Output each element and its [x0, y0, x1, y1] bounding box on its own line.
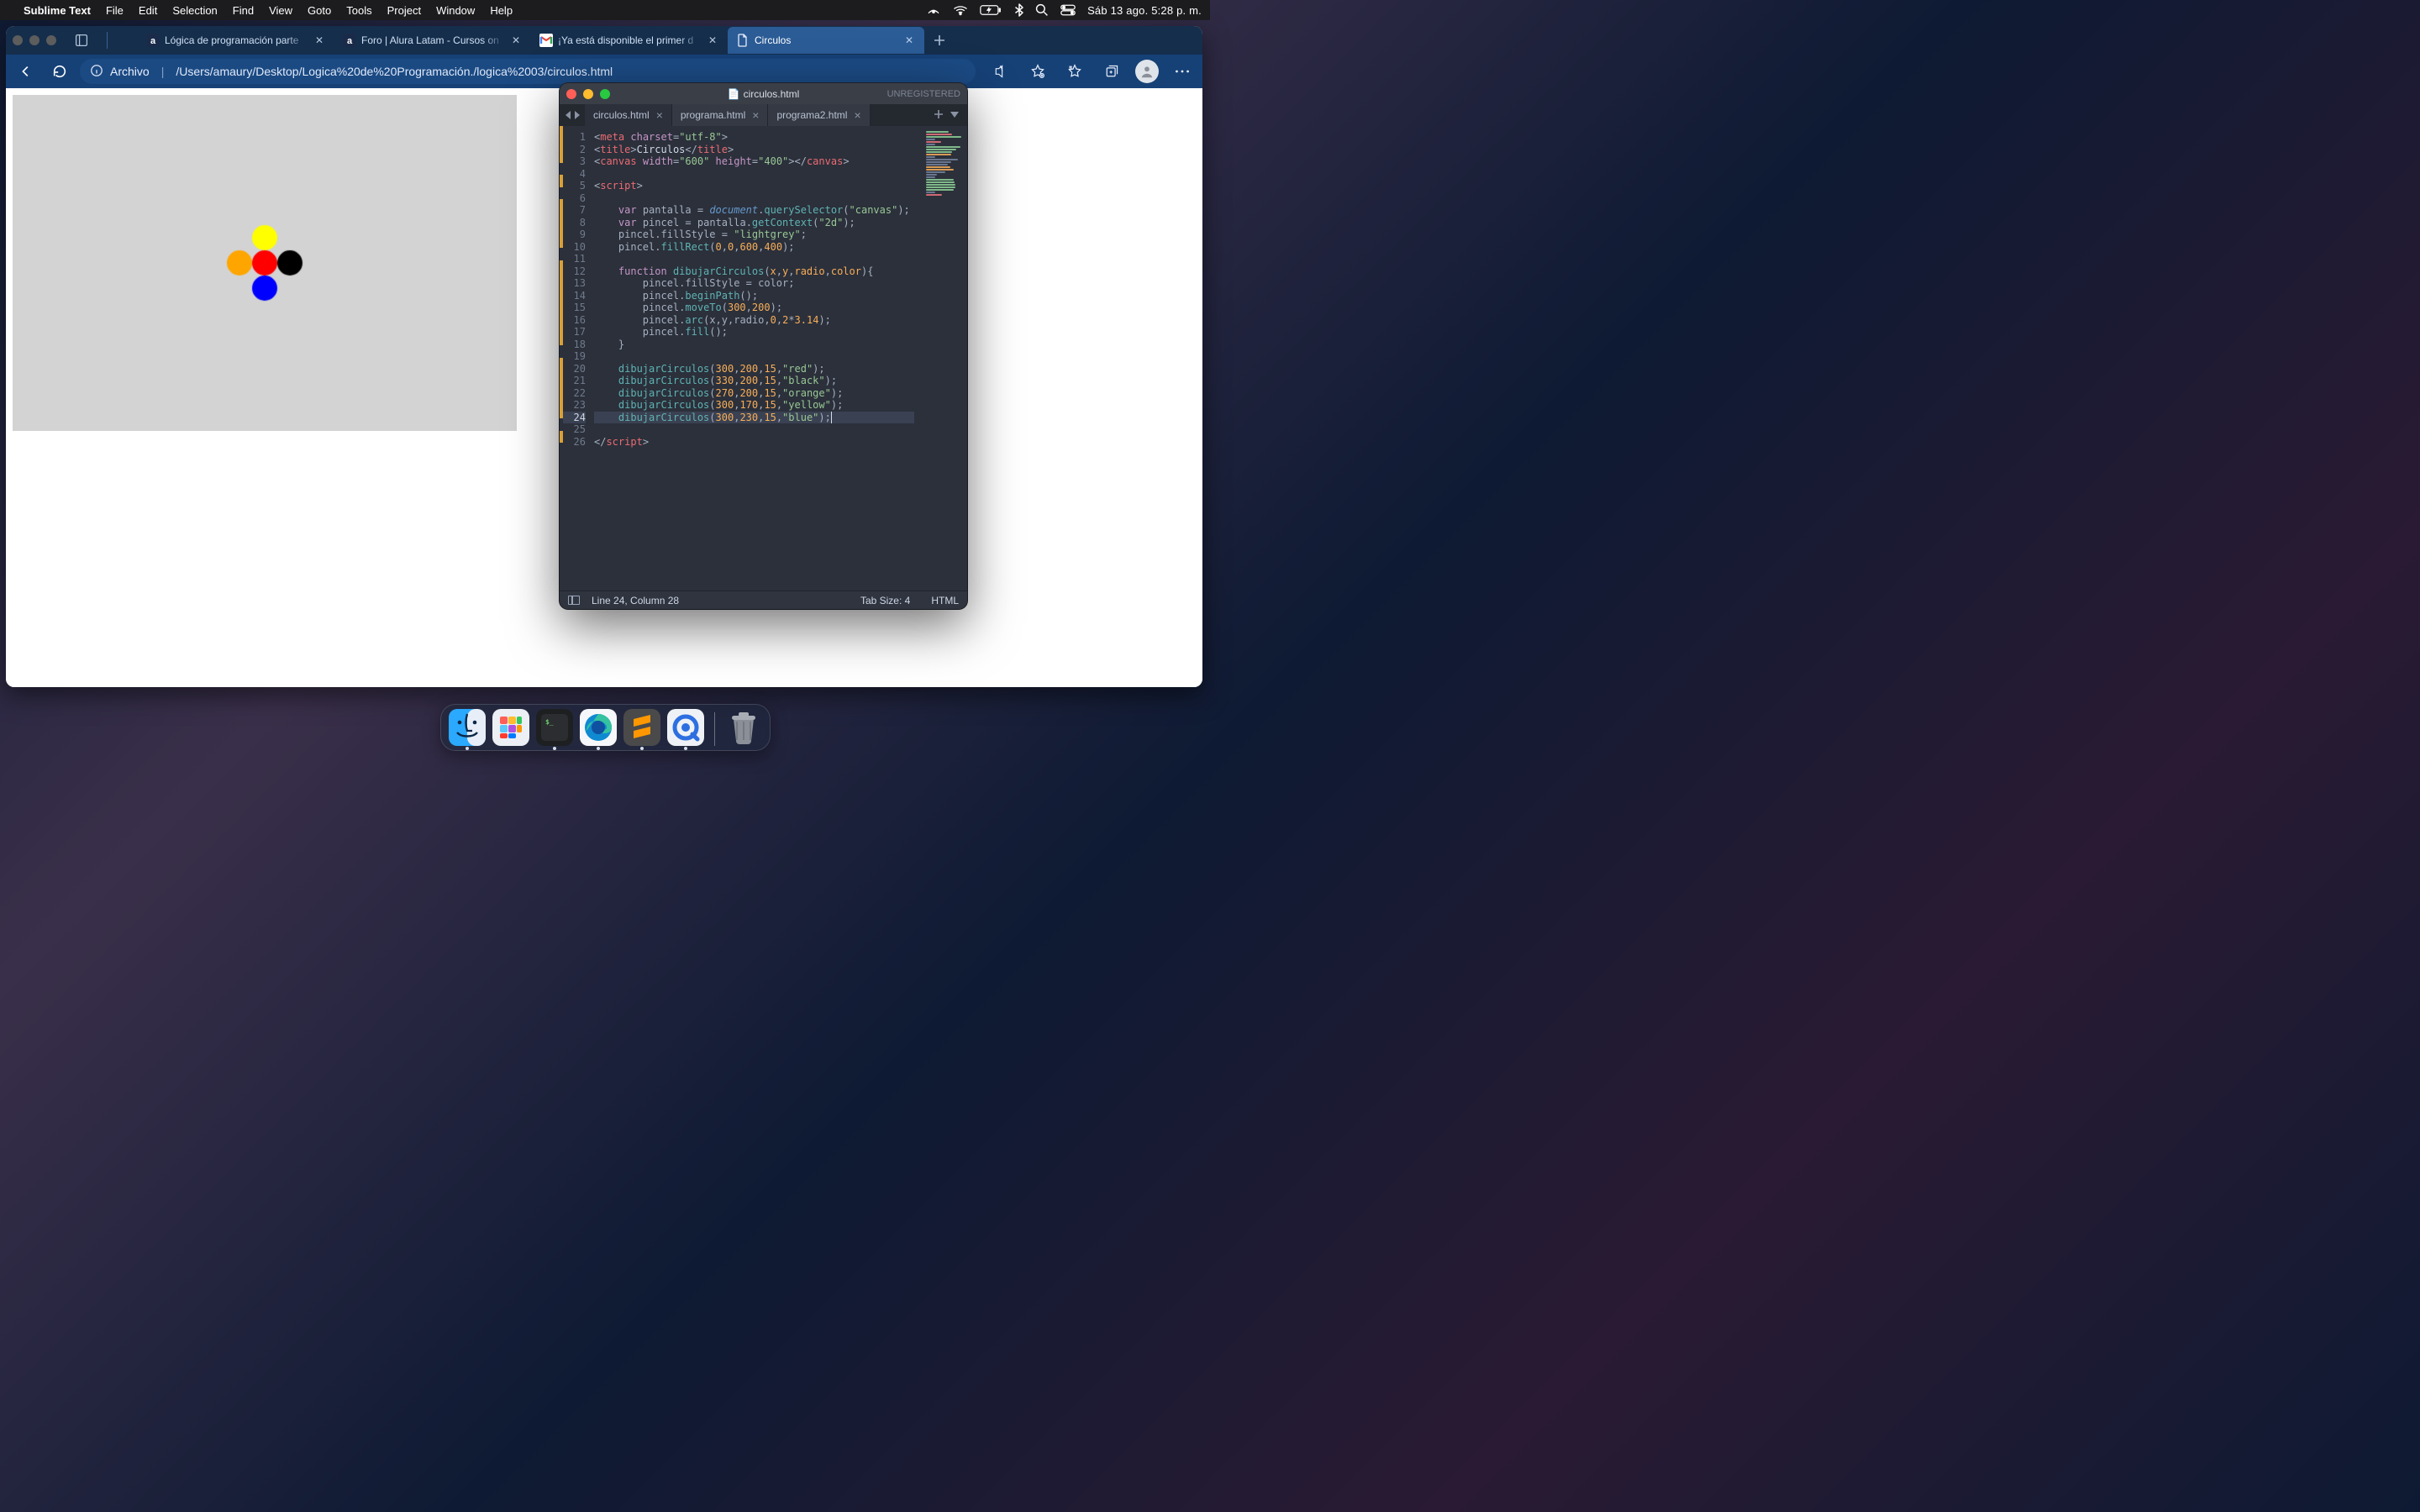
- favicon-alura-icon: a: [146, 34, 160, 47]
- dock-edge-icon[interactable]: [580, 709, 617, 746]
- dock-terminal-icon[interactable]: $_: [536, 709, 573, 746]
- sublime-tab-2[interactable]: programa2.html ×: [768, 104, 870, 126]
- airdrop-icon[interactable]: [926, 4, 941, 16]
- status-syntax[interactable]: HTML: [931, 595, 959, 606]
- sublime-tab-1[interactable]: programa.html ×: [672, 104, 769, 126]
- new-tab-button[interactable]: [928, 29, 951, 52]
- minimap[interactable]: [921, 126, 967, 591]
- status-cursor[interactable]: Line 24, Column 28: [592, 595, 679, 606]
- spotlight-icon[interactable]: [1035, 3, 1049, 17]
- address-path: /Users/amaury/Desktop/Logica%20de%20Prog…: [176, 65, 613, 78]
- collections-icon[interactable]: [1098, 58, 1125, 85]
- code-area[interactable]: <meta charset="utf-8"><title>Circulos</t…: [591, 126, 921, 591]
- tab-label: Circulos: [755, 34, 897, 46]
- tab-close-icon[interactable]: ✕: [313, 34, 326, 47]
- favicon-gmail-icon: [539, 34, 553, 47]
- menubar-selection[interactable]: Selection: [172, 4, 217, 17]
- sublime-editor[interactable]: 1234567891011121314151617181920212223242…: [560, 126, 967, 591]
- sublime-tab-dropdown-icon[interactable]: [950, 109, 959, 121]
- sublime-statusbar: Line 24, Column 28 Tab Size: 4 HTML: [560, 591, 967, 609]
- file-icon: 📄: [728, 88, 740, 100]
- menubar-edit[interactable]: Edit: [139, 4, 157, 17]
- menubar-window[interactable]: Window: [436, 4, 475, 17]
- address-kind: Archivo: [110, 65, 150, 78]
- menubar-view[interactable]: View: [269, 4, 292, 17]
- macos-menubar: Sublime Text File Edit Selection Find Vi…: [0, 0, 1210, 20]
- browser-close-button[interactable]: [13, 35, 23, 45]
- svg-text:a: a: [150, 36, 156, 46]
- tab-label: Foro | Alura Latam - Cursos on: [361, 34, 504, 46]
- status-tabsize[interactable]: Tab Size: 4: [860, 595, 910, 606]
- sublime-tab-close-icon[interactable]: ×: [854, 108, 860, 122]
- line-number-gutter[interactable]: 1234567891011121314151617181920212223242…: [563, 126, 591, 591]
- browser-maximize-button[interactable]: [46, 35, 56, 45]
- menubar-tools[interactable]: Tools: [346, 4, 371, 17]
- more-menu-icon[interactable]: [1169, 58, 1196, 85]
- menubar-goto[interactable]: Goto: [308, 4, 331, 17]
- divider: [107, 32, 108, 49]
- dock-quicktime-icon[interactable]: [667, 709, 704, 746]
- menubar-project[interactable]: Project: [387, 4, 421, 17]
- dock-sublime-icon[interactable]: [623, 709, 660, 746]
- control-center-icon[interactable]: [1060, 4, 1076, 16]
- browser-minimize-button[interactable]: [29, 35, 39, 45]
- menubar-find[interactable]: Find: [233, 4, 254, 17]
- address-sep: |: [161, 65, 165, 78]
- tab-label: ¡Ya está disponible el primer d: [558, 34, 701, 46]
- browser-tab-2[interactable]: ¡Ya está disponible el primer d ✕: [531, 27, 728, 54]
- dock-trash-icon[interactable]: [725, 709, 762, 746]
- sublime-titlebar[interactable]: 📄circulos.html UNREGISTERED: [560, 83, 967, 104]
- address-bar[interactable]: Archivo | /Users/amaury/Desktop/Logica%2…: [80, 59, 976, 84]
- sublime-window: 📄circulos.html UNREGISTERED circulos.htm…: [560, 83, 967, 609]
- macos-dock-wrap: $_: [0, 704, 1210, 751]
- sublime-tab-close-icon[interactable]: ×: [752, 108, 759, 122]
- sidebar-toggle-icon[interactable]: [568, 596, 580, 605]
- browser-tab-3[interactable]: Circulos ✕: [728, 27, 924, 54]
- dock-finder-icon[interactable]: [449, 709, 486, 746]
- browser-tabstrip: a Lógica de programación parte ✕ a Foro …: [138, 27, 1196, 54]
- sublime-tabstrip: circulos.html × programa.html × programa…: [560, 104, 967, 126]
- back-button[interactable]: [13, 58, 39, 85]
- sublime-tab-label: programa.html: [681, 109, 745, 121]
- tab-label: Lógica de programación parte: [165, 34, 308, 46]
- sublime-tab-label: circulos.html: [593, 109, 650, 121]
- browser-tab-1[interactable]: a Foro | Alura Latam - Cursos on ✕: [334, 27, 531, 54]
- sublime-new-tab-icon[interactable]: [934, 109, 944, 122]
- sublime-tab-close-icon[interactable]: ×: [656, 108, 663, 122]
- tab-close-icon[interactable]: ✕: [509, 34, 523, 47]
- tab-close-icon[interactable]: ✕: [706, 34, 719, 47]
- sublime-tab-label: programa2.html: [776, 109, 847, 121]
- wifi-icon[interactable]: [953, 4, 968, 16]
- toolbar-right: [987, 58, 1196, 85]
- battery-icon[interactable]: [980, 4, 1003, 16]
- read-aloud-icon[interactable]: [987, 58, 1014, 85]
- svg-text:$_: $_: [545, 718, 554, 726]
- dock-launchpad-icon[interactable]: [492, 709, 529, 746]
- macos-dock: $_: [440, 704, 771, 751]
- profile-avatar[interactable]: [1135, 60, 1159, 83]
- favicon-alura-icon: a: [343, 34, 356, 47]
- menubar-help[interactable]: Help: [490, 4, 513, 17]
- favorites-menu-icon[interactable]: [1061, 58, 1088, 85]
- browser-traffic-lights: [13, 35, 56, 45]
- site-info-icon[interactable]: [90, 64, 103, 80]
- browser-titlebar[interactable]: a Lógica de programación parte ✕ a Foro …: [6, 26, 1202, 55]
- tab-actions-icon[interactable]: [70, 29, 93, 52]
- sublime-registration: UNREGISTERED: [887, 89, 960, 99]
- sublime-nav-arrows[interactable]: [560, 104, 585, 126]
- favicon-file-icon: [736, 34, 750, 47]
- dock-divider: [714, 712, 715, 746]
- svg-text:a: a: [347, 36, 353, 46]
- menubar-clock[interactable]: Sáb 13 ago. 5:28 p. m.: [1087, 4, 1202, 17]
- tab-close-icon[interactable]: ✕: [902, 34, 916, 47]
- browser-tab-0[interactable]: a Lógica de programación parte ✕: [138, 27, 334, 54]
- favorite-star-icon[interactable]: [1024, 58, 1051, 85]
- menubar-app-name[interactable]: Sublime Text: [24, 4, 91, 17]
- bluetooth-icon[interactable]: [1015, 3, 1023, 17]
- page-canvas: [13, 95, 517, 431]
- refresh-button[interactable]: [46, 58, 73, 85]
- sublime-tab-0[interactable]: circulos.html ×: [585, 104, 672, 126]
- menubar-file[interactable]: File: [106, 4, 124, 17]
